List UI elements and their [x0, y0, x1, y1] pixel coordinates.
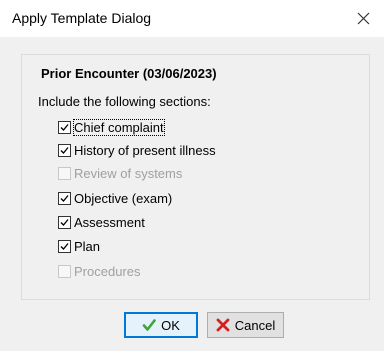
checkmark-icon	[60, 218, 69, 226]
checkbox-procedures: Procedures	[58, 263, 140, 279]
checkbox-box	[58, 166, 71, 180]
checkbox-history-of-present-illness[interactable]: History of present illness	[58, 142, 216, 158]
ok-button-label: OK	[161, 317, 180, 333]
close-icon	[357, 12, 370, 25]
cancel-button[interactable]: Cancel	[207, 312, 284, 338]
checkbox-label: History of present illness	[74, 142, 216, 158]
checkbox-box[interactable]	[58, 120, 71, 134]
checkmark-icon	[60, 146, 69, 154]
checkbox-box[interactable]	[58, 191, 71, 205]
ok-button[interactable]: OK	[124, 312, 198, 338]
cancel-button-label: Cancel	[234, 317, 276, 333]
checkbox-objective-exam[interactable]: Objective (exam)	[58, 190, 172, 206]
checkbox-box[interactable]	[58, 143, 71, 157]
checkmark-icon	[60, 242, 69, 250]
close-button[interactable]	[344, 0, 384, 37]
green-checkmark-icon	[142, 319, 156, 331]
checkbox-box[interactable]	[58, 239, 71, 253]
checkbox-chief-complaint[interactable]: Chief complaint	[58, 118, 165, 136]
dialog-title: Apply Template Dialog	[12, 10, 152, 26]
checkmark-icon	[60, 194, 69, 202]
checkbox-label: Chief complaint	[73, 118, 165, 136]
encounter-title: Prior Encounter (03/06/2023)	[41, 66, 217, 81]
checkbox-label: Review of systems	[74, 165, 183, 181]
checkbox-label: Procedures	[74, 263, 141, 279]
apply-template-dialog: Apply Template Dialog Prior Encounter (0…	[0, 0, 384, 351]
checkbox-plan[interactable]: Plan	[58, 238, 100, 254]
checkmark-icon	[60, 123, 69, 131]
checkbox-label: Assessment	[74, 214, 145, 230]
include-sections-label: Include the following sections:	[38, 94, 211, 109]
red-x-icon	[216, 318, 230, 332]
checkbox-box	[58, 264, 71, 278]
checkbox-label: Objective (exam)	[74, 190, 173, 206]
title-bar: Apply Template Dialog	[0, 0, 384, 37]
checkbox-review-of-systems: Review of systems	[58, 165, 182, 181]
checkbox-label: Plan	[74, 238, 101, 254]
checkbox-assessment[interactable]: Assessment	[58, 214, 145, 230]
checkbox-box[interactable]	[58, 215, 71, 229]
